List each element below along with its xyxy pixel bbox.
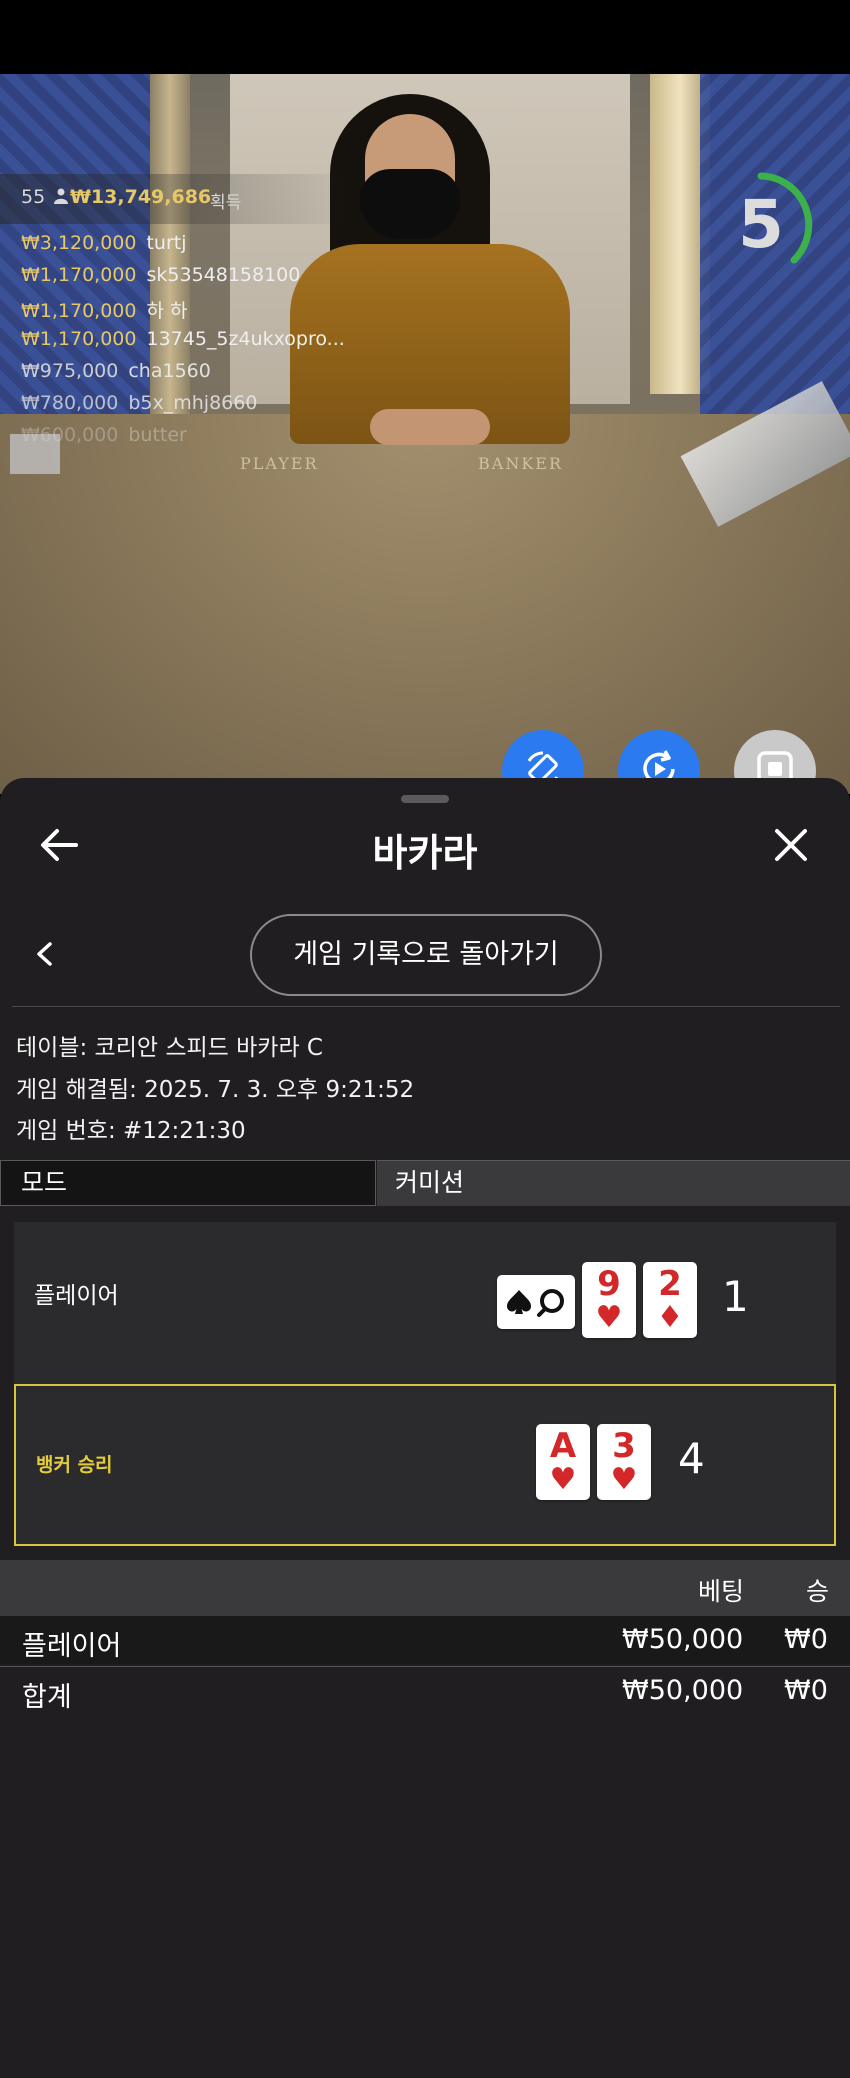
person-icon [54, 188, 68, 208]
winners-total: ₩13,749,686 [70, 186, 212, 208]
tab-mode[interactable]: 모드 [0, 1160, 376, 1206]
sheet-drag-handle[interactable] [401, 795, 449, 803]
winner-row: ₩600,000 butter [21, 424, 187, 446]
winners-list: 55 ₩13,749,686 획득 ₩3,120,000 turtj ₩1,170… [0, 174, 380, 524]
bets-table-header: 베팅 승 [0, 1560, 850, 1616]
playing-card: 9 ♥ [582, 1262, 636, 1338]
player-hand-label: 플레이어 [34, 1283, 119, 1309]
winners-suffix: 획득 [210, 193, 242, 213]
sheet-title: 바카라 [372, 831, 478, 875]
countdown-timer: 5 [706, 170, 816, 280]
winner-row: ₩1,170,000 13745_5z4ukxopro... [21, 328, 345, 350]
previous-button[interactable] [24, 934, 64, 978]
playing-card: 2 ♦ [643, 1262, 697, 1338]
tabs: 모드 커미션 [0, 1160, 850, 1206]
game-number: 게임 번호: #12:21:30 [16, 1118, 246, 1144]
banker-score: 4 [678, 1434, 705, 1483]
game-detail-sheet: 바카라 게임 기록으로 돌아가기 테이블: 코리안 스피드 바카라 C 게임 해… [0, 778, 850, 2078]
winner-row: ₩780,000 b5x_mhj8660 [21, 392, 258, 414]
total-win-amount: ₩0 [784, 1675, 828, 1706]
banker-hand: 뱅커 승리 A ♥ 3 ♥ 4 [14, 1384, 836, 1546]
playing-card: 3 ♥ [597, 1424, 651, 1500]
winners-header: 55 ₩13,749,686 획득 [0, 174, 360, 224]
app-root: PLAYER BANKER 55 ₩13,749,686 획득 ₩3,120,0… [0, 0, 850, 2078]
close-icon [774, 828, 808, 866]
winner-row: ₩1,170,000 하 하 [21, 300, 188, 322]
player-hand: 플레이어 9 ♥ 2 ♦ 1 [14, 1222, 836, 1384]
win-column-header: 승 [806, 1577, 830, 1606]
bet-column-header: 베팅 [698, 1577, 745, 1606]
table-info: 테이블: 코리안 스피드 바카라 C [16, 1035, 323, 1061]
winner-row: ₩3,120,000 turtj [21, 232, 187, 254]
close-button[interactable] [766, 822, 816, 872]
resolved-time: 게임 해결됨: 2025. 7. 3. 오후 9:21:52 [16, 1077, 415, 1103]
dealer-hands [370, 409, 490, 445]
spade-logo-icon [497, 1275, 575, 1329]
playing-card: A ♥ [536, 1424, 590, 1500]
total-bet-amount: ₩50,000 [622, 1675, 744, 1706]
win-amount: ₩0 [784, 1624, 828, 1655]
table-row-total: 합계 ₩50,000 ₩0 [0, 1667, 850, 1715]
winner-row: ₩975,000 cha1560 [21, 360, 211, 382]
winners-count: 55 [21, 186, 46, 208]
status-bar [0, 0, 850, 74]
back-to-history-button[interactable]: 게임 기록으로 돌아가기 [250, 914, 602, 996]
divider [12, 1006, 840, 1007]
banker-win-label: 뱅커 승리 [36, 1454, 113, 1476]
winner-row: ₩1,170,000 sk53548158100 [21, 264, 301, 286]
bet-label: 플레이어 [22, 1631, 122, 1662]
timer-value: 5 [738, 186, 784, 263]
tab-commission[interactable]: 커미션 [377, 1160, 850, 1206]
table-label-banker: BANKER [478, 454, 563, 473]
total-label: 합계 [22, 1682, 72, 1713]
live-video[interactable]: PLAYER BANKER 55 ₩13,749,686 획득 ₩3,120,0… [0, 74, 850, 794]
player-score: 1 [722, 1272, 749, 1321]
table-row: 플레이어 ₩50,000 ₩0 [0, 1616, 850, 1664]
chevron-left-icon [35, 941, 53, 971]
bet-amount: ₩50,000 [622, 1624, 744, 1655]
